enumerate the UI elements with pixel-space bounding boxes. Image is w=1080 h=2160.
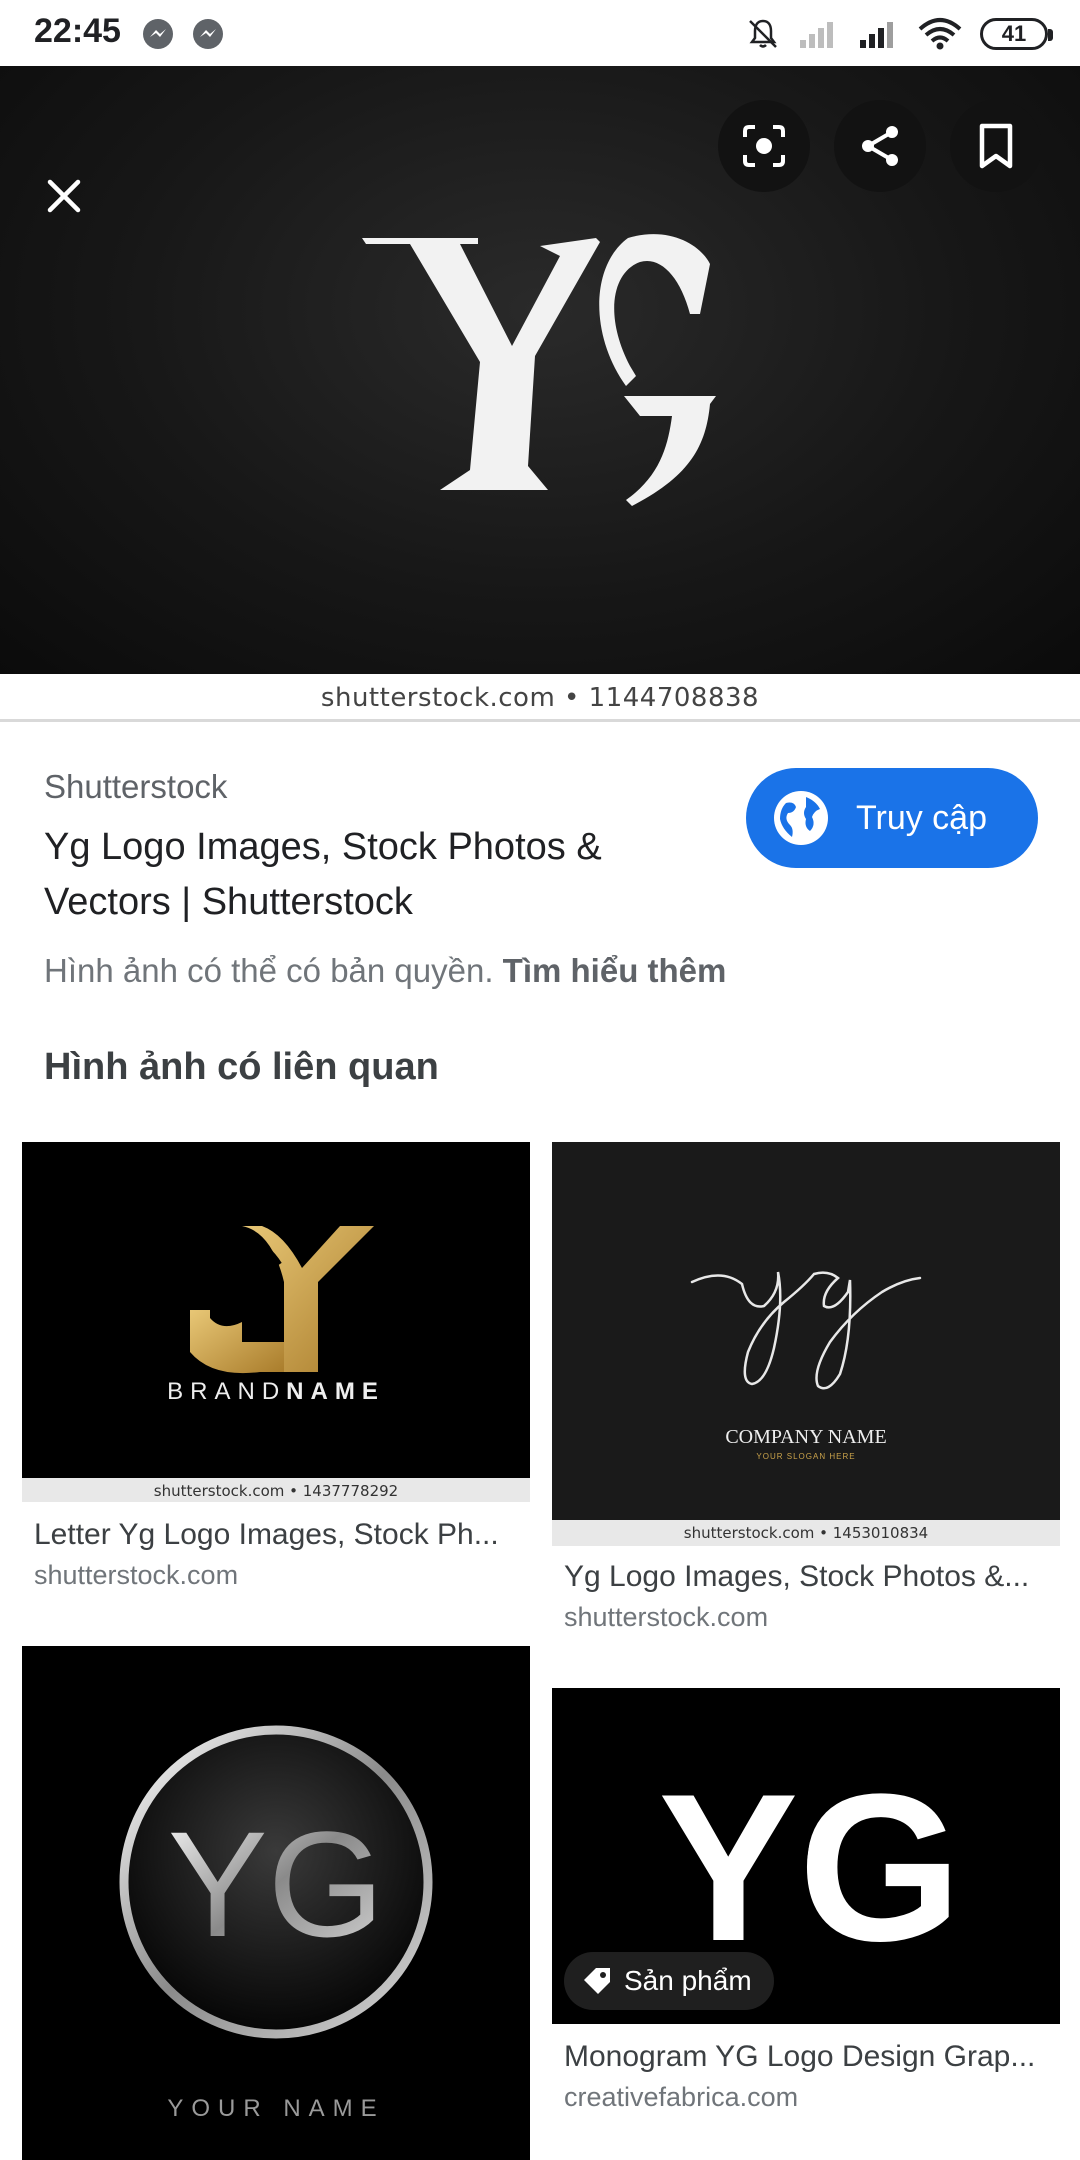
related-heading: Hình ảnh có liên quan — [44, 1046, 439, 1088]
battery-level: 41 — [1001, 21, 1027, 46]
bookmark-button[interactable] — [950, 100, 1042, 192]
yg-circle-text: YG — [168, 1800, 385, 1968]
visit-button-label: Truy cập — [856, 798, 988, 837]
related-source: creativefabrica.com — [564, 2082, 799, 2112]
source-name: Shutterstock — [44, 768, 228, 805]
mute-icon — [749, 19, 777, 48]
wifi-icon — [918, 18, 962, 50]
signal-icon — [800, 22, 833, 48]
signal-icon — [860, 22, 893, 48]
globe-icon — [774, 791, 828, 845]
gold-jy-logo — [190, 1226, 374, 1374]
related-card[interactable]: YG Sản phẩm Monogram YG Logo Design Grap… — [552, 1688, 1060, 2128]
related-source: shutterstock.com — [564, 1602, 769, 1632]
related-title[interactable]: Yg Logo Images, Stock Photos &... — [564, 1560, 1060, 1594]
your-name-text: YOUR NAME — [167, 2095, 384, 2122]
thumbnail-watermark: shutterstock.com • 1453010834 — [552, 1520, 1060, 1546]
copyright-notice: Hình ảnh có thể có bản quyền. Tìm hiểu t… — [44, 952, 726, 990]
share-button[interactable] — [834, 100, 926, 192]
lens-button[interactable] — [718, 100, 810, 192]
copyright-text: Hình ảnh có thể có bản quyền. — [44, 952, 494, 989]
related-source: shutterstock.com — [34, 1560, 239, 1590]
battery-icon: 41 — [980, 18, 1053, 50]
close-icon — [47, 179, 81, 213]
related-title[interactable]: Monogram YG Logo Design Grap... — [564, 2040, 1060, 2074]
tag-icon — [584, 1968, 610, 1994]
related-card[interactable]: YG YOUR NAME — [22, 1646, 530, 2160]
result-title[interactable]: Yg Logo Images, Stock Photos & Vectors |… — [44, 820, 684, 930]
status-time: 22:45 — [34, 12, 121, 50]
related-title[interactable]: Letter Yg Logo Images, Stock Ph... — [34, 1518, 530, 1552]
product-tag: Sản phẩm — [564, 1952, 774, 2010]
company-name-text: COMPANY NAME — [725, 1426, 887, 1448]
yg-script-logo — [690, 1271, 922, 1390]
yg-circle-logo: YG YOUR NAME — [119, 1725, 433, 2122]
related-thumbnail[interactable]: COMPANY NAME YOUR SLOGAN HERE shuttersto… — [552, 1142, 1060, 1546]
related-thumbnail[interactable]: BRANDNAME shutterstock.com • 1437778292 — [22, 1142, 530, 1502]
related-card[interactable]: BRANDNAME shutterstock.com • 1437778292 … — [22, 1142, 530, 1602]
learn-more-link[interactable]: Tìm hiểu thêm — [503, 952, 727, 989]
hero-watermark: shutterstock.com • 1144708838 — [0, 674, 1080, 722]
related-card[interactable]: COMPANY NAME YOUR SLOGAN HERE shuttersto… — [552, 1142, 1060, 1642]
hero-image[interactable] — [0, 66, 1080, 674]
lens-icon — [743, 125, 785, 167]
thumbnail-watermark: shutterstock.com • 1437778292 — [22, 1478, 530, 1502]
related-thumbnail[interactable]: YG Sản phẩm — [552, 1688, 1060, 2024]
status-bar: 22:45 41 — [0, 0, 1080, 66]
messenger-icon — [143, 19, 173, 49]
brandname-text: BRANDNAME — [167, 1378, 385, 1405]
slogan-text: YOUR SLOGAN HERE — [756, 1452, 856, 1461]
close-button[interactable] — [18, 150, 110, 242]
share-icon — [862, 126, 898, 166]
bookmark-icon — [979, 123, 1013, 169]
visit-button[interactable]: Truy cập — [746, 768, 1038, 868]
messenger-icon — [193, 19, 223, 49]
related-thumbnail[interactable]: YG YOUR NAME — [22, 1646, 530, 2160]
status-icons: 41 — [746, 14, 1053, 54]
product-tag-label: Sản phẩm — [624, 1965, 752, 1996]
